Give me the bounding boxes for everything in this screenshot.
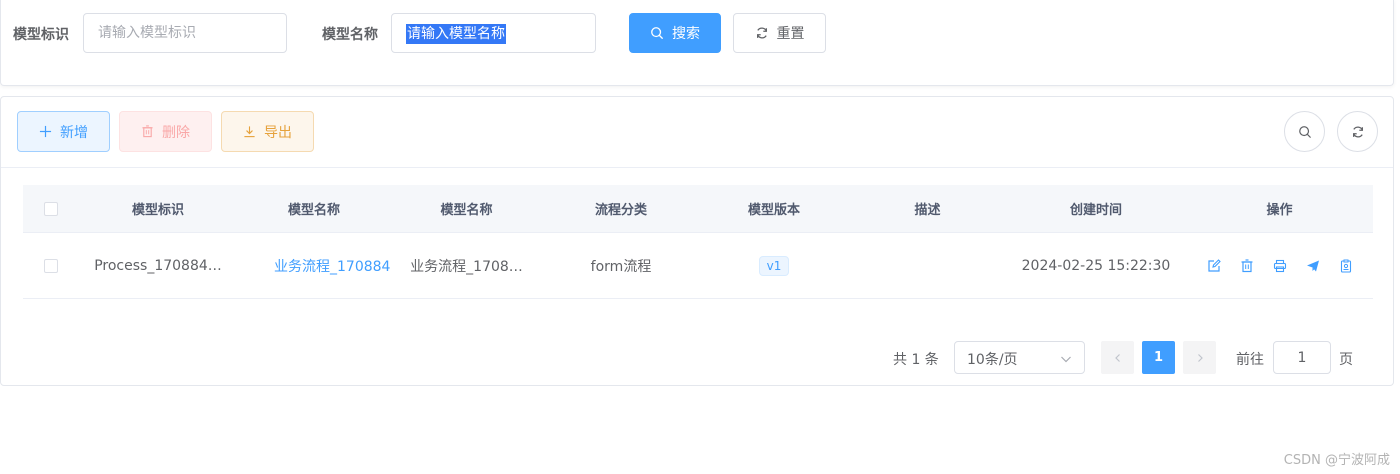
trash-icon bbox=[142, 125, 153, 138]
row-checkbox[interactable] bbox=[43, 258, 58, 273]
row-created-time: 2024-02-25 15:22:30 bbox=[1021, 257, 1171, 274]
refresh-table-button[interactable] bbox=[1337, 111, 1378, 152]
edit-icon[interactable] bbox=[1206, 258, 1221, 273]
model-key-label: 模型标识 bbox=[13, 27, 69, 43]
search-button[interactable]: 搜索 bbox=[629, 13, 721, 53]
model-name-selected-placeholder: 请输入模型名称 bbox=[406, 24, 506, 44]
search-button-label: 搜索 bbox=[672, 26, 700, 42]
model-name-link[interactable]: 业务流程_170884: bbox=[274, 256, 390, 276]
refresh-icon bbox=[1352, 126, 1363, 137]
select-all-checkbox[interactable] bbox=[43, 201, 58, 216]
goto-page-suffix: 页 bbox=[1339, 352, 1353, 368]
header-model-key[interactable]: 模型标识 bbox=[78, 185, 238, 232]
page-number-current[interactable]: 1 bbox=[1142, 341, 1175, 374]
toolbar-divider bbox=[1, 167, 1393, 168]
add-button[interactable]: 新增 bbox=[17, 111, 110, 152]
export-button-label: 导出 bbox=[264, 124, 292, 141]
header-model-name-link[interactable]: 模型名称 bbox=[238, 185, 390, 232]
chevron-right-icon bbox=[1197, 353, 1203, 362]
chevron-down-icon bbox=[1061, 356, 1071, 363]
model-table: 模型标识 模型名称 模型名称 流程分类 模型版本 描述 创建时间 操作 Proc… bbox=[23, 185, 1373, 299]
model-name-label: 模型名称 bbox=[322, 27, 378, 43]
prev-page-button[interactable] bbox=[1101, 341, 1134, 374]
row-model-key: Process_170884… bbox=[94, 257, 222, 274]
page-size-value: 10条/页 bbox=[967, 352, 1018, 368]
row-description bbox=[849, 233, 1006, 298]
model-name-input[interactable]: 请输入模型名称 bbox=[391, 13, 596, 53]
delete-button-label: 删除 bbox=[162, 124, 190, 141]
row-checkbox-cell bbox=[23, 233, 78, 298]
download-icon bbox=[244, 126, 255, 138]
chevron-left-icon bbox=[1114, 353, 1120, 362]
refresh-icon bbox=[756, 27, 767, 39]
row-model-name-cell: 业务流程_1708… bbox=[390, 233, 543, 298]
add-button-label: 新增 bbox=[60, 124, 88, 141]
header-description[interactable]: 描述 bbox=[849, 185, 1006, 232]
design-icon[interactable] bbox=[1272, 258, 1287, 273]
page-size-select[interactable]: 10条/页 bbox=[954, 341, 1085, 374]
header-actions: 操作 bbox=[1266, 203, 1293, 218]
row-version-cell: v1 bbox=[699, 233, 849, 298]
export-button[interactable]: 导出 bbox=[221, 111, 314, 152]
reset-button[interactable]: 重置 bbox=[733, 13, 826, 53]
version-tag: v1 bbox=[758, 255, 790, 276]
table-header: 模型标识 模型名称 模型名称 流程分类 模型版本 描述 创建时间 操作 bbox=[23, 185, 1373, 233]
reset-button-label: 重置 bbox=[776, 26, 805, 42]
watermark: CSDN @宁波阿成 bbox=[1283, 453, 1390, 468]
search-icon bbox=[1298, 125, 1311, 138]
header-model-name[interactable]: 模型名称 bbox=[390, 185, 543, 232]
history-icon[interactable] bbox=[1338, 258, 1353, 273]
table-row: Process_170884… 业务流程_170884: 业务流程_1708… … bbox=[23, 233, 1373, 299]
header-category[interactable]: 流程分类 bbox=[543, 185, 699, 232]
header-created-time[interactable]: 创建时间 bbox=[1006, 185, 1186, 232]
row-model-name: 业务流程_1708… bbox=[410, 258, 523, 275]
header-checkbox-cell bbox=[23, 185, 78, 232]
row-model-name-link-cell: 业务流程_170884: bbox=[238, 233, 390, 298]
header-version[interactable]: 模型版本 bbox=[699, 185, 849, 232]
row-model-key-cell: Process_170884… bbox=[78, 233, 238, 298]
toggle-search-button[interactable] bbox=[1284, 111, 1325, 152]
delete-icon[interactable] bbox=[1239, 258, 1254, 273]
row-actions bbox=[1186, 233, 1373, 298]
goto-label: 前往 bbox=[1236, 352, 1264, 368]
search-icon bbox=[651, 27, 663, 39]
delete-button[interactable]: 删除 bbox=[119, 111, 212, 152]
model-key-input[interactable] bbox=[83, 13, 287, 53]
pagination-total: 共 1 条 bbox=[893, 352, 939, 368]
search-form: 模型标识 模型名称 请输入模型名称 搜索 重置 bbox=[0, 0, 1394, 86]
goto-page-input[interactable] bbox=[1273, 341, 1331, 374]
plus-icon bbox=[39, 125, 52, 138]
deploy-icon[interactable] bbox=[1305, 258, 1320, 273]
next-page-button[interactable] bbox=[1183, 341, 1216, 374]
row-category: form流程 bbox=[590, 258, 652, 275]
main-card: 新增 删除 导出 模型标识 模型名称 模型名称 流程分类 模型版本 描述 创建时… bbox=[0, 96, 1394, 386]
